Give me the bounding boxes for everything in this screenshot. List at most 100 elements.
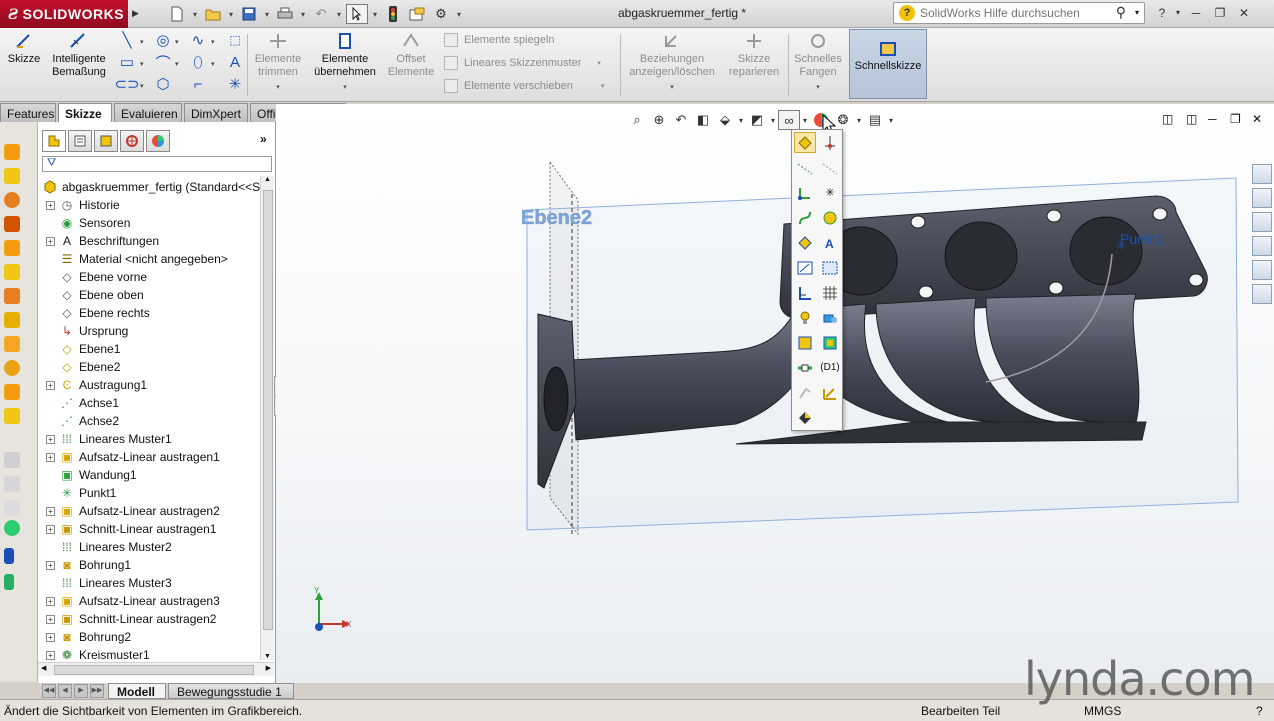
minimize-doc-icon[interactable]: ─ bbox=[1208, 112, 1217, 126]
undo-dropdown-icon[interactable]: ▾ bbox=[334, 10, 344, 19]
scroll-right-icon[interactable]: ▶ bbox=[266, 664, 271, 672]
tree-item[interactable]: + ▣ Schnitt-Linear austragen2 bbox=[46, 610, 216, 628]
expand-toggle-icon[interactable]: + bbox=[46, 524, 55, 534]
tree-item[interactable]: ▣ Wandung1 bbox=[46, 466, 136, 484]
scroll-down-icon[interactable]: ▼ bbox=[264, 653, 271, 660]
arc-dropdown-icon[interactable]: ▾ bbox=[175, 60, 179, 68]
axes-visibility-icon[interactable] bbox=[819, 132, 841, 153]
appearances-icon[interactable] bbox=[1252, 260, 1272, 280]
pattern-dropdown-icon[interactable]: ▾ bbox=[597, 59, 601, 67]
new-dropdown-icon[interactable]: ▾ bbox=[190, 10, 200, 19]
dimension-names-label[interactable]: (D1) bbox=[819, 357, 841, 378]
origins-visibility-icon[interactable] bbox=[794, 182, 816, 203]
tile-windows-icon[interactable]: ◫ bbox=[1186, 112, 1197, 126]
rectangle-tool-icon[interactable]: ▭ bbox=[116, 52, 138, 72]
line-dropdown-icon[interactable]: ▾ bbox=[140, 38, 144, 46]
help-search-box[interactable]: ? ⚲ ▾ bbox=[893, 2, 1145, 24]
search-icon[interactable]: ⚲ bbox=[1116, 4, 1126, 21]
expand-toggle-icon[interactable]: + bbox=[46, 200, 55, 210]
restore-icon[interactable]: ❐ bbox=[1210, 4, 1230, 22]
annotations-visibility-icon[interactable] bbox=[794, 232, 816, 253]
view-palette-icon[interactable] bbox=[1252, 236, 1272, 256]
zoom-to-fit-icon[interactable]: ⌕ bbox=[626, 110, 648, 130]
all-types-icon[interactable] bbox=[794, 407, 816, 428]
cameras-visibility-icon[interactable] bbox=[819, 307, 841, 328]
status-units[interactable]: MMGS bbox=[1084, 704, 1121, 718]
tree-item[interactable]: + ◙ Bohrung2 bbox=[46, 628, 131, 646]
draft-icon[interactable] bbox=[4, 476, 20, 492]
ellipse-tool-icon[interactable]: ⬯ bbox=[187, 52, 209, 72]
tree-item[interactable]: ◇ Ebene oben bbox=[46, 286, 143, 304]
expand-toggle-icon[interactable]: + bbox=[46, 236, 55, 246]
construction-geometry-icon[interactable]: ⬚ bbox=[224, 30, 246, 50]
tree-item[interactable]: ↳ Ursprung bbox=[46, 322, 128, 340]
extrude-boss-icon[interactable] bbox=[4, 144, 20, 160]
move-entities-button[interactable]: Elemente verschieben ▾ bbox=[444, 79, 604, 93]
dimxpert-dimensions-icon[interactable] bbox=[819, 382, 841, 403]
tree-item[interactable]: + A Beschriftungen bbox=[46, 232, 159, 250]
move-dropdown-icon[interactable]: ▾ bbox=[601, 82, 605, 90]
slot-dropdown-icon[interactable]: ▾ bbox=[140, 82, 144, 90]
last-tab-icon[interactable]: ▶▶ bbox=[90, 684, 104, 698]
expand-toggle-icon[interactable]: + bbox=[46, 560, 55, 570]
decals-visibility-icon[interactable] bbox=[794, 332, 816, 353]
skizze-button[interactable]: Skizze bbox=[6, 32, 42, 66]
view-settings-icon[interactable]: ▤ bbox=[864, 110, 886, 130]
lights-visibility-icon[interactable] bbox=[794, 307, 816, 328]
menu-arrow-icon[interactable]: ▶ bbox=[132, 8, 139, 19]
convert-dropdown-icon[interactable]: ▾ bbox=[310, 81, 380, 94]
scroll-left-icon[interactable]: ◀ bbox=[41, 664, 46, 672]
sketch-relations-icon[interactable] bbox=[794, 282, 816, 303]
print-dropdown-icon[interactable]: ▾ bbox=[298, 10, 308, 19]
tree-item[interactable]: ◇ Ebene1 bbox=[46, 340, 120, 358]
print-icon[interactable] bbox=[274, 4, 296, 24]
tree-item[interactable]: ⁞⁞⁞ Lineares Muster3 bbox=[46, 574, 172, 592]
tab-bewegungsstudie[interactable]: Bewegungsstudie 1 bbox=[168, 683, 294, 699]
graphics-area[interactable]: Ebene2 Punkt1 ✳ Y X ⌕ ⊕ ↶ ◧ ⬙ ▾ ◩ ▾ ∞ ▾ … bbox=[276, 104, 1274, 684]
arc-tool-icon[interactable]: ⌒ bbox=[152, 52, 174, 72]
relations-dropdown-icon[interactable]: ▾ bbox=[624, 81, 720, 94]
expand-toggle-icon[interactable]: + bbox=[46, 596, 55, 606]
extrude-cut-icon[interactable] bbox=[4, 240, 20, 256]
hole-wizard-icon[interactable] bbox=[4, 452, 20, 468]
spline-curve-icon[interactable] bbox=[4, 574, 14, 590]
circle-dropdown-icon[interactable]: ▾ bbox=[175, 38, 179, 46]
tree-item[interactable]: + Ͼ Austragung1 bbox=[46, 376, 147, 394]
save-icon[interactable] bbox=[238, 4, 260, 24]
tab-evaluieren[interactable]: Evaluieren bbox=[114, 103, 182, 123]
smart-dimension-button[interactable]: Intelligente Bemaßung bbox=[46, 32, 112, 79]
options-gear-icon[interactable]: ⚙ bbox=[430, 4, 452, 24]
expand-panel-icon[interactable]: » bbox=[260, 132, 267, 146]
next-tab-icon[interactable]: ▶ bbox=[74, 684, 88, 698]
tab-features[interactable]: Features bbox=[0, 103, 56, 123]
fillet-icon[interactable] bbox=[4, 336, 20, 352]
status-help-icon[interactable]: ? bbox=[1256, 704, 1263, 718]
parts-visibility-icon[interactable] bbox=[819, 332, 841, 353]
snaps-dropdown-icon[interactable]: ▾ bbox=[790, 81, 846, 94]
tree-vertical-scrollbar[interactable]: ▲ ▼ bbox=[260, 176, 274, 660]
revolve-cut-icon[interactable] bbox=[4, 264, 20, 280]
fillet-tool-icon[interactable]: ⌐ bbox=[187, 74, 209, 94]
hide-show-items-icon[interactable]: ∞ bbox=[778, 110, 800, 130]
tree-item[interactable]: ◉ Sensoren bbox=[46, 214, 131, 232]
tree-item[interactable]: + ▣ Aufsatz-Linear austragen3 bbox=[46, 592, 220, 610]
expand-toggle-icon[interactable]: + bbox=[46, 434, 55, 444]
port-hole[interactable] bbox=[944, 221, 1018, 291]
solidworks-logo[interactable]: Ƨ SOLIDWORKS bbox=[0, 0, 128, 28]
tree-item[interactable]: ◇ Ebene vorne bbox=[46, 268, 147, 286]
file-explorer-icon[interactable] bbox=[1252, 212, 1272, 232]
save-dropdown-icon[interactable]: ▾ bbox=[262, 10, 272, 19]
rib-icon[interactable] bbox=[4, 384, 20, 400]
curves-visibility-icon[interactable] bbox=[819, 157, 841, 178]
tile-windows-icon[interactable]: ◫ bbox=[1162, 112, 1173, 126]
planes-visibility-icon[interactable] bbox=[794, 132, 816, 153]
weld-beads-icon[interactable] bbox=[794, 357, 816, 378]
property-manager-tab-icon[interactable] bbox=[68, 130, 92, 152]
zoom-to-area-icon[interactable]: ⊕ bbox=[648, 110, 670, 130]
expand-toggle-icon[interactable]: + bbox=[46, 650, 55, 660]
feature-tree-filter[interactable]: ⛛ bbox=[42, 156, 272, 172]
sketches-visibility-icon[interactable] bbox=[794, 257, 816, 278]
tree-horizontal-scrollbar[interactable]: ◀ ▶ bbox=[38, 662, 274, 676]
view-orientation-dropdown-icon[interactable]: ▾ bbox=[736, 110, 746, 130]
expand-toggle-icon[interactable]: + bbox=[46, 614, 55, 624]
